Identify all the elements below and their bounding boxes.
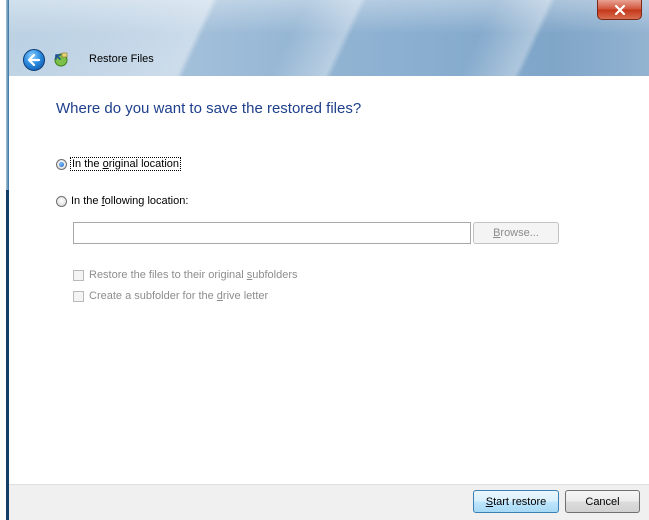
location-path-input[interactable] — [73, 222, 471, 244]
option-drive-letter-subfolder[interactable]: Create a subfolder for the drive letter — [73, 290, 268, 302]
browse-button[interactable]: Browse... — [473, 222, 559, 244]
main-content: Where do you want to save the restored f… — [9, 76, 649, 484]
page-heading: Where do you want to save the restored f… — [56, 100, 362, 117]
option-original-location[interactable]: In the original location — [56, 157, 182, 171]
close-icon — [614, 4, 625, 15]
restore-files-window: Restore Files Where do you want to save … — [9, 0, 649, 520]
drive-letter-label: Create a subfolder for the drive letter — [89, 290, 269, 302]
cancel-button[interactable]: Cancel — [565, 490, 640, 513]
start-restore-button[interactable]: Start restore — [473, 490, 559, 513]
restore-subfolders-checkbox[interactable] — [73, 269, 84, 281]
following-location-label: In the following location: — [71, 195, 189, 207]
original-location-radio[interactable] — [56, 158, 67, 170]
restore-subfolders-label: Restore the files to their original subf… — [89, 269, 298, 281]
button-bar: Start restore Cancel — [9, 484, 649, 520]
back-arrow-icon — [27, 54, 41, 66]
original-location-label: In the original location — [69, 157, 182, 171]
close-button[interactable] — [597, 0, 642, 20]
restore-files-icon — [54, 52, 68, 67]
option-restore-subfolders[interactable]: Restore the files to their original subf… — [73, 269, 298, 281]
following-location-radio[interactable] — [56, 195, 67, 207]
desktop-edge — [0, 0, 9, 520]
title-bar: Restore Files — [9, 0, 649, 76]
drive-letter-checkbox[interactable] — [73, 290, 84, 302]
back-button[interactable] — [23, 49, 45, 71]
window-title: Restore Files — [89, 53, 154, 65]
option-following-location[interactable]: In the following location: — [56, 195, 188, 207]
